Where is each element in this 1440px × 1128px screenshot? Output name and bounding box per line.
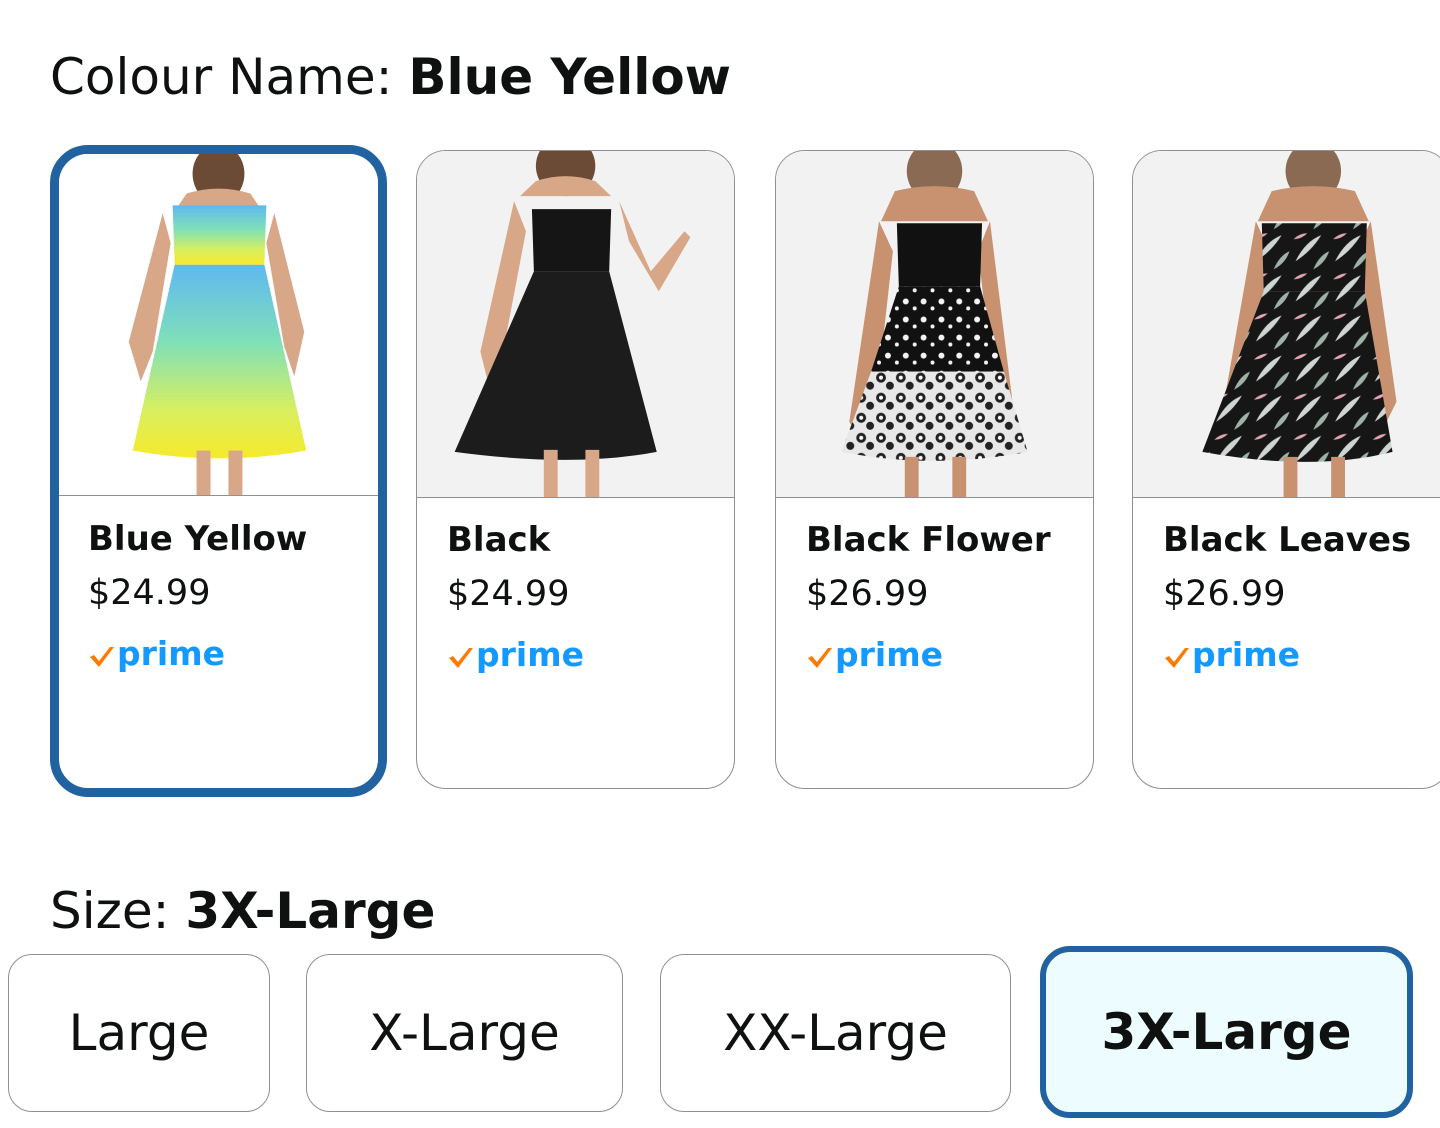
prime-badge: prime [447, 638, 584, 671]
colour-swatch-black-flower[interactable]: Black Flower $26.99 prime [775, 150, 1094, 789]
size-option-3x-large[interactable]: 3X-Large [1040, 946, 1413, 1118]
selected-size-value: 3X-Large [185, 882, 436, 940]
selected-colour-value: Blue Yellow [408, 48, 731, 106]
prime-badge: prime [1163, 638, 1411, 671]
colour-heading: Colour Name: Blue Yellow [50, 52, 731, 102]
size-heading: Size: 3X-Large [50, 886, 435, 936]
size-option-large[interactable]: Large [8, 954, 270, 1112]
colour-swatch-blue-yellow[interactable]: Blue Yellow $24.99 prime [50, 145, 387, 797]
swatch-name: Black Flower [806, 520, 1051, 560]
prime-label: prime [1192, 635, 1300, 674]
swatch-price: $26.99 [806, 574, 929, 614]
swatch-price: $26.99 [1163, 574, 1286, 614]
prime-check-icon [1165, 647, 1189, 668]
prime-label: prime [835, 635, 943, 674]
prime-check-icon [449, 647, 473, 668]
prime-label: prime [117, 634, 225, 673]
swatch-name: Black [447, 520, 551, 560]
colour-swatch-black-leaves[interactable]: Black Leaves $26.99 prime [1132, 150, 1440, 789]
prime-badge: prime [88, 637, 307, 670]
swatch-price: $24.99 [88, 573, 211, 613]
colour-heading-label: Colour Name: [50, 48, 409, 106]
size-option-xx-large[interactable]: XX-Large [660, 954, 1011, 1112]
dress-image-black-flower [776, 151, 1093, 498]
size-heading-label: Size: [50, 882, 186, 940]
prime-check-icon [90, 646, 114, 667]
prime-label: prime [476, 635, 584, 674]
colour-swatch-black[interactable]: Black $24.99 prime [416, 150, 735, 789]
swatch-price: $24.99 [447, 574, 570, 614]
size-option-x-large[interactable]: X-Large [306, 954, 623, 1112]
prime-badge: prime [806, 638, 1051, 671]
swatch-name: Blue Yellow [88, 519, 308, 559]
dress-image-blue-yellow [59, 154, 378, 496]
prime-check-icon [808, 647, 832, 668]
dress-image-black [417, 151, 734, 498]
swatch-name: Black Leaves [1163, 520, 1412, 560]
dress-image-black-leaves [1133, 151, 1440, 498]
